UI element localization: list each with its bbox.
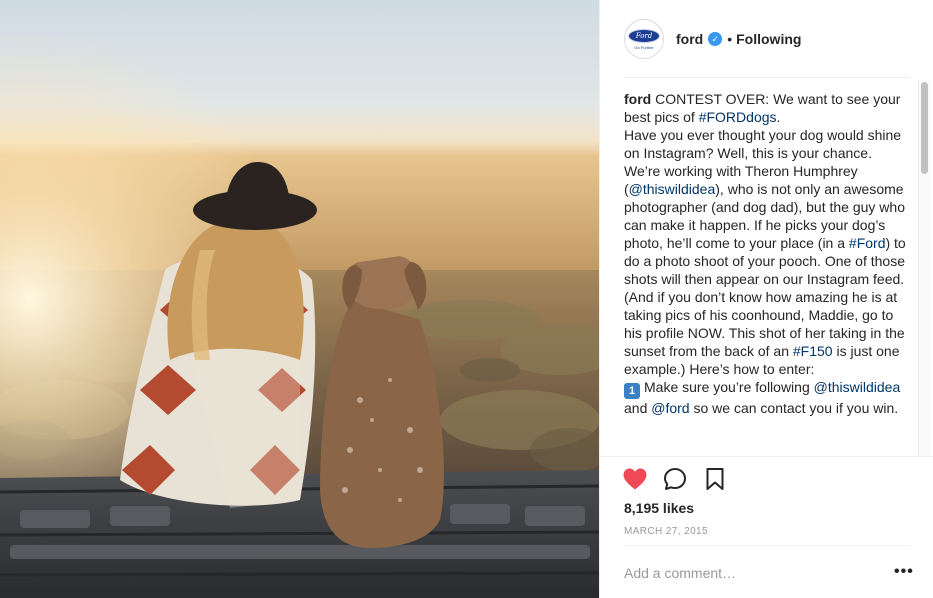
hashtag-link[interactable]: #FORDdogs — [699, 109, 777, 125]
caption-scrollbar-thumb[interactable] — [921, 82, 928, 174]
caption-author-link[interactable]: ford — [624, 91, 651, 107]
hashtag-link[interactable]: #F150 — [793, 343, 833, 359]
hashtag-link[interactable]: #Ford — [849, 235, 886, 251]
caption-text-segment: Make sure you’re following — [644, 379, 814, 395]
comment-bubble-icon[interactable] — [662, 466, 688, 492]
caption-text: CONTEST OVER: We want to see your best p… — [624, 91, 906, 416]
header-divider — [624, 77, 910, 78]
caption: ford CONTEST OVER: We want to see your b… — [624, 90, 910, 456]
mention-link[interactable]: @ford — [651, 400, 689, 416]
woman-and-dog-on-truck-bed-photo — [0, 0, 599, 598]
action-bar — [622, 464, 914, 494]
user-block: ford ✓ • Following — [676, 31, 801, 47]
ford-tagline: Go Further — [634, 44, 654, 50]
following-button[interactable]: Following — [736, 31, 801, 47]
more-options-icon[interactable]: ••• — [894, 564, 914, 580]
comment-input[interactable] — [624, 562, 864, 584]
caption-text-segment: . — [776, 109, 781, 125]
actions-divider — [600, 456, 933, 457]
keycap-number-icon: 1 — [624, 383, 640, 399]
heart-filled-icon[interactable] — [622, 466, 648, 492]
post-photo[interactable] — [0, 0, 599, 598]
mention-link[interactable]: @thiswildidea — [814, 379, 901, 395]
verified-badge-icon: ✓ — [708, 32, 723, 46]
caption-text-segment: and — [624, 400, 652, 416]
post-date[interactable]: MARCH 27, 2015 — [624, 526, 708, 537]
likes-count[interactable]: 8,195 likes — [624, 500, 694, 516]
ford-logo: Ford — [628, 28, 660, 43]
avatar[interactable]: Ford Go Further — [624, 19, 664, 59]
comment-divider — [624, 545, 910, 546]
username-link[interactable]: ford — [676, 31, 703, 47]
bookmark-icon[interactable] — [702, 466, 728, 492]
post-header: Ford Go Further ford ✓ • Following — [600, 0, 933, 78]
mention-link[interactable]: @thiswildidea — [629, 181, 716, 197]
caption-text-segment: ) to do a photo shoot of your pooch. One… — [624, 235, 906, 359]
caption-text-segment: so we can contact you if you win. — [689, 400, 899, 416]
post-details-panel: Ford Go Further ford ✓ • Following ford … — [599, 0, 933, 598]
header-separator: • — [727, 31, 733, 47]
